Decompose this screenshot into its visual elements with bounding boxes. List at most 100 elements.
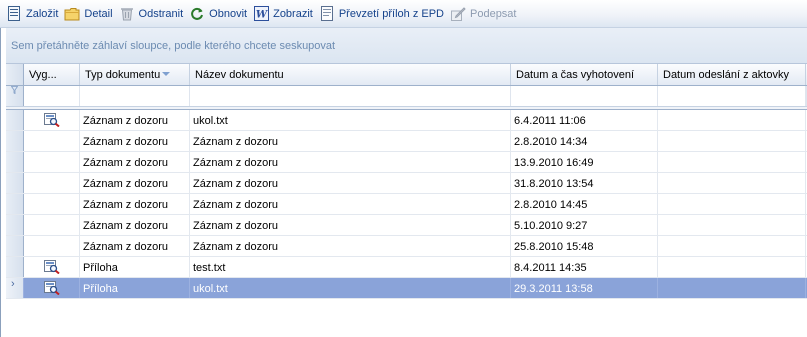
cell-sent-date[interactable]	[658, 278, 806, 298]
row-indicator[interactable]	[6, 257, 24, 277]
cell-document-type[interactable]: Příloha	[80, 257, 190, 277]
column-header-generated[interactable]: Vyg...	[24, 64, 80, 85]
column-header-document-name[interactable]: Název dokumentu	[190, 64, 511, 85]
cell-document-name[interactable]: Záznam z dozoru	[190, 236, 511, 256]
column-header-created-datetime[interactable]: Datum a čas vyhotovení	[511, 64, 658, 85]
row-indicator[interactable]	[6, 131, 24, 151]
cell-created-datetime[interactable]: 8.4.2011 14:35	[511, 257, 658, 277]
grid-body: Záznam z dozoru ukol.txt 6.4.2011 11:06 Záz…	[6, 110, 807, 299]
new-document-icon	[6, 6, 22, 22]
cell-document-name[interactable]: Záznam z dozoru	[190, 173, 511, 193]
filter-cell-sent-date[interactable]	[658, 86, 806, 106]
document-preview-icon[interactable]	[43, 260, 60, 277]
row-indicator[interactable]	[6, 236, 24, 256]
filter-cell-generated[interactable]	[24, 86, 80, 106]
table-row[interactable]: Záznam z dozoru Záznam z dozoru 13.9.2010 …	[6, 152, 807, 173]
row-indicator[interactable]	[6, 173, 24, 193]
documents-grid: Vyg... Typ dokumentu Název dokumentu Dat…	[6, 64, 807, 299]
cell-document-type[interactable]: Záznam z dozoru	[80, 236, 190, 256]
sort-descending-icon	[162, 72, 170, 76]
cell-created-datetime[interactable]: 13.9.2010 16:49	[511, 152, 658, 172]
filter-cell-document-name[interactable]	[190, 86, 511, 106]
row-indicator-header	[6, 64, 24, 85]
refresh-button-label: Obnovit	[209, 7, 248, 20]
cell-generated[interactable]	[24, 257, 80, 277]
cell-document-name[interactable]: ukol.txt	[190, 110, 511, 130]
cell-sent-date[interactable]	[658, 131, 806, 151]
cell-sent-date[interactable]	[658, 236, 806, 256]
table-row[interactable]: Záznam z dozoru Záznam z dozoru 5.10.2010 …	[6, 215, 807, 236]
delete-button-label: Odstranit	[138, 7, 184, 20]
document-preview-icon[interactable]	[43, 113, 60, 130]
cell-sent-date[interactable]	[658, 152, 806, 172]
cell-sent-date[interactable]	[658, 173, 806, 193]
view-button-label: Zobrazit	[273, 7, 313, 20]
cell-document-type[interactable]: Záznam z dozoru	[80, 152, 190, 172]
row-indicator[interactable]	[6, 215, 24, 235]
create-button[interactable]: Založit	[6, 4, 58, 24]
table-row[interactable]: Záznam z dozoru Záznam z dozoru 2.8.2010 1…	[6, 131, 807, 152]
cell-created-datetime[interactable]: 2.8.2010 14:45	[511, 194, 658, 214]
cell-created-datetime[interactable]: 31.8.2010 13:54	[511, 173, 658, 193]
cell-document-name[interactable]: Záznam z dozoru	[190, 215, 511, 235]
table-row[interactable]: Záznam z dozoru Záznam z dozoru 25.8.2010 …	[6, 236, 807, 257]
column-header-document-type[interactable]: Typ dokumentu	[80, 64, 190, 85]
svg-text:W: W	[255, 10, 268, 21]
cell-generated[interactable]	[24, 215, 80, 235]
cell-document-type[interactable]: Záznam z dozoru	[80, 131, 190, 151]
delete-button[interactable]: Odstranit	[119, 4, 184, 24]
table-row[interactable]: Záznam z dozoru ukol.txt 6.4.2011 11:06	[6, 110, 807, 131]
detail-button[interactable]: Detail	[64, 4, 113, 24]
cell-created-datetime[interactable]: 6.4.2011 11:06	[511, 110, 658, 130]
cell-document-name[interactable]: ukol.txt	[190, 278, 511, 298]
cell-generated[interactable]	[24, 173, 80, 193]
cell-generated[interactable]	[24, 236, 80, 256]
table-row[interactable]: Záznam z dozoru Záznam z dozoru 2.8.2010 1…	[6, 194, 807, 215]
row-indicator[interactable]	[6, 152, 24, 172]
table-row[interactable]: › Příloha ukol.txt 29.3.2011 13:58	[6, 278, 807, 299]
cell-generated[interactable]	[24, 110, 80, 130]
table-row[interactable]: Záznam z dozoru Záznam z dozoru 31.8.2010 …	[6, 173, 807, 194]
document-import-icon	[319, 6, 335, 22]
cell-document-type[interactable]: Záznam z dozoru	[80, 194, 190, 214]
cell-sent-date[interactable]	[658, 194, 806, 214]
trash-icon	[119, 6, 135, 22]
refresh-button[interactable]: Obnovit	[189, 4, 247, 24]
cell-document-type[interactable]: Záznam z dozoru	[80, 215, 190, 235]
cell-sent-date[interactable]	[658, 257, 806, 277]
cell-created-datetime[interactable]: 5.10.2010 9:27	[511, 215, 658, 235]
column-header-label: Datum a čas vyhotovení	[516, 69, 635, 81]
cell-document-type[interactable]: Záznam z dozoru	[80, 173, 190, 193]
filter-cell-created-datetime[interactable]	[511, 86, 658, 106]
cell-generated[interactable]	[24, 194, 80, 214]
row-indicator[interactable]: ›	[6, 278, 24, 298]
filter-cell-document-type[interactable]	[80, 86, 190, 106]
cell-document-name[interactable]: Záznam z dozoru	[190, 194, 511, 214]
import-attachments-button[interactable]: Převzetí příloh z EPD	[319, 4, 444, 24]
cell-created-datetime[interactable]: 29.3.2011 13:58	[511, 278, 658, 298]
cell-generated[interactable]	[24, 152, 80, 172]
cell-generated[interactable]	[24, 278, 80, 298]
view-button[interactable]: W Zobrazit	[253, 4, 313, 24]
cell-sent-date[interactable]	[658, 215, 806, 235]
cell-created-datetime[interactable]: 25.8.2010 15:48	[511, 236, 658, 256]
table-row[interactable]: Příloha test.txt 8.4.2011 14:35	[6, 257, 807, 278]
group-by-panel[interactable]: Sem přetáhněte záhlaví sloupce, podle kt…	[6, 28, 807, 64]
row-indicator[interactable]	[6, 110, 24, 130]
column-header-sent-date[interactable]: Datum odeslání z aktovky	[658, 64, 806, 85]
cell-generated[interactable]	[24, 131, 80, 151]
cell-document-name[interactable]: Záznam z dozoru	[190, 131, 511, 151]
import-attachments-button-label: Převzetí příloh z EPD	[338, 7, 444, 20]
cell-document-name[interactable]: Záznam z dozoru	[190, 152, 511, 172]
row-indicator[interactable]	[6, 194, 24, 214]
filter-funnel-icon[interactable]	[6, 86, 24, 106]
cell-sent-date[interactable]	[658, 110, 806, 130]
document-preview-icon[interactable]	[43, 281, 60, 298]
cell-document-type[interactable]: Příloha	[80, 278, 190, 298]
folder-icon	[64, 6, 80, 22]
sign-button[interactable]: Podepsat	[450, 4, 516, 24]
cell-document-name[interactable]: test.txt	[190, 257, 511, 277]
cell-document-type[interactable]: Záznam z dozoru	[80, 110, 190, 130]
cell-created-datetime[interactable]: 2.8.2010 14:34	[511, 131, 658, 151]
sign-pen-icon	[450, 6, 466, 22]
